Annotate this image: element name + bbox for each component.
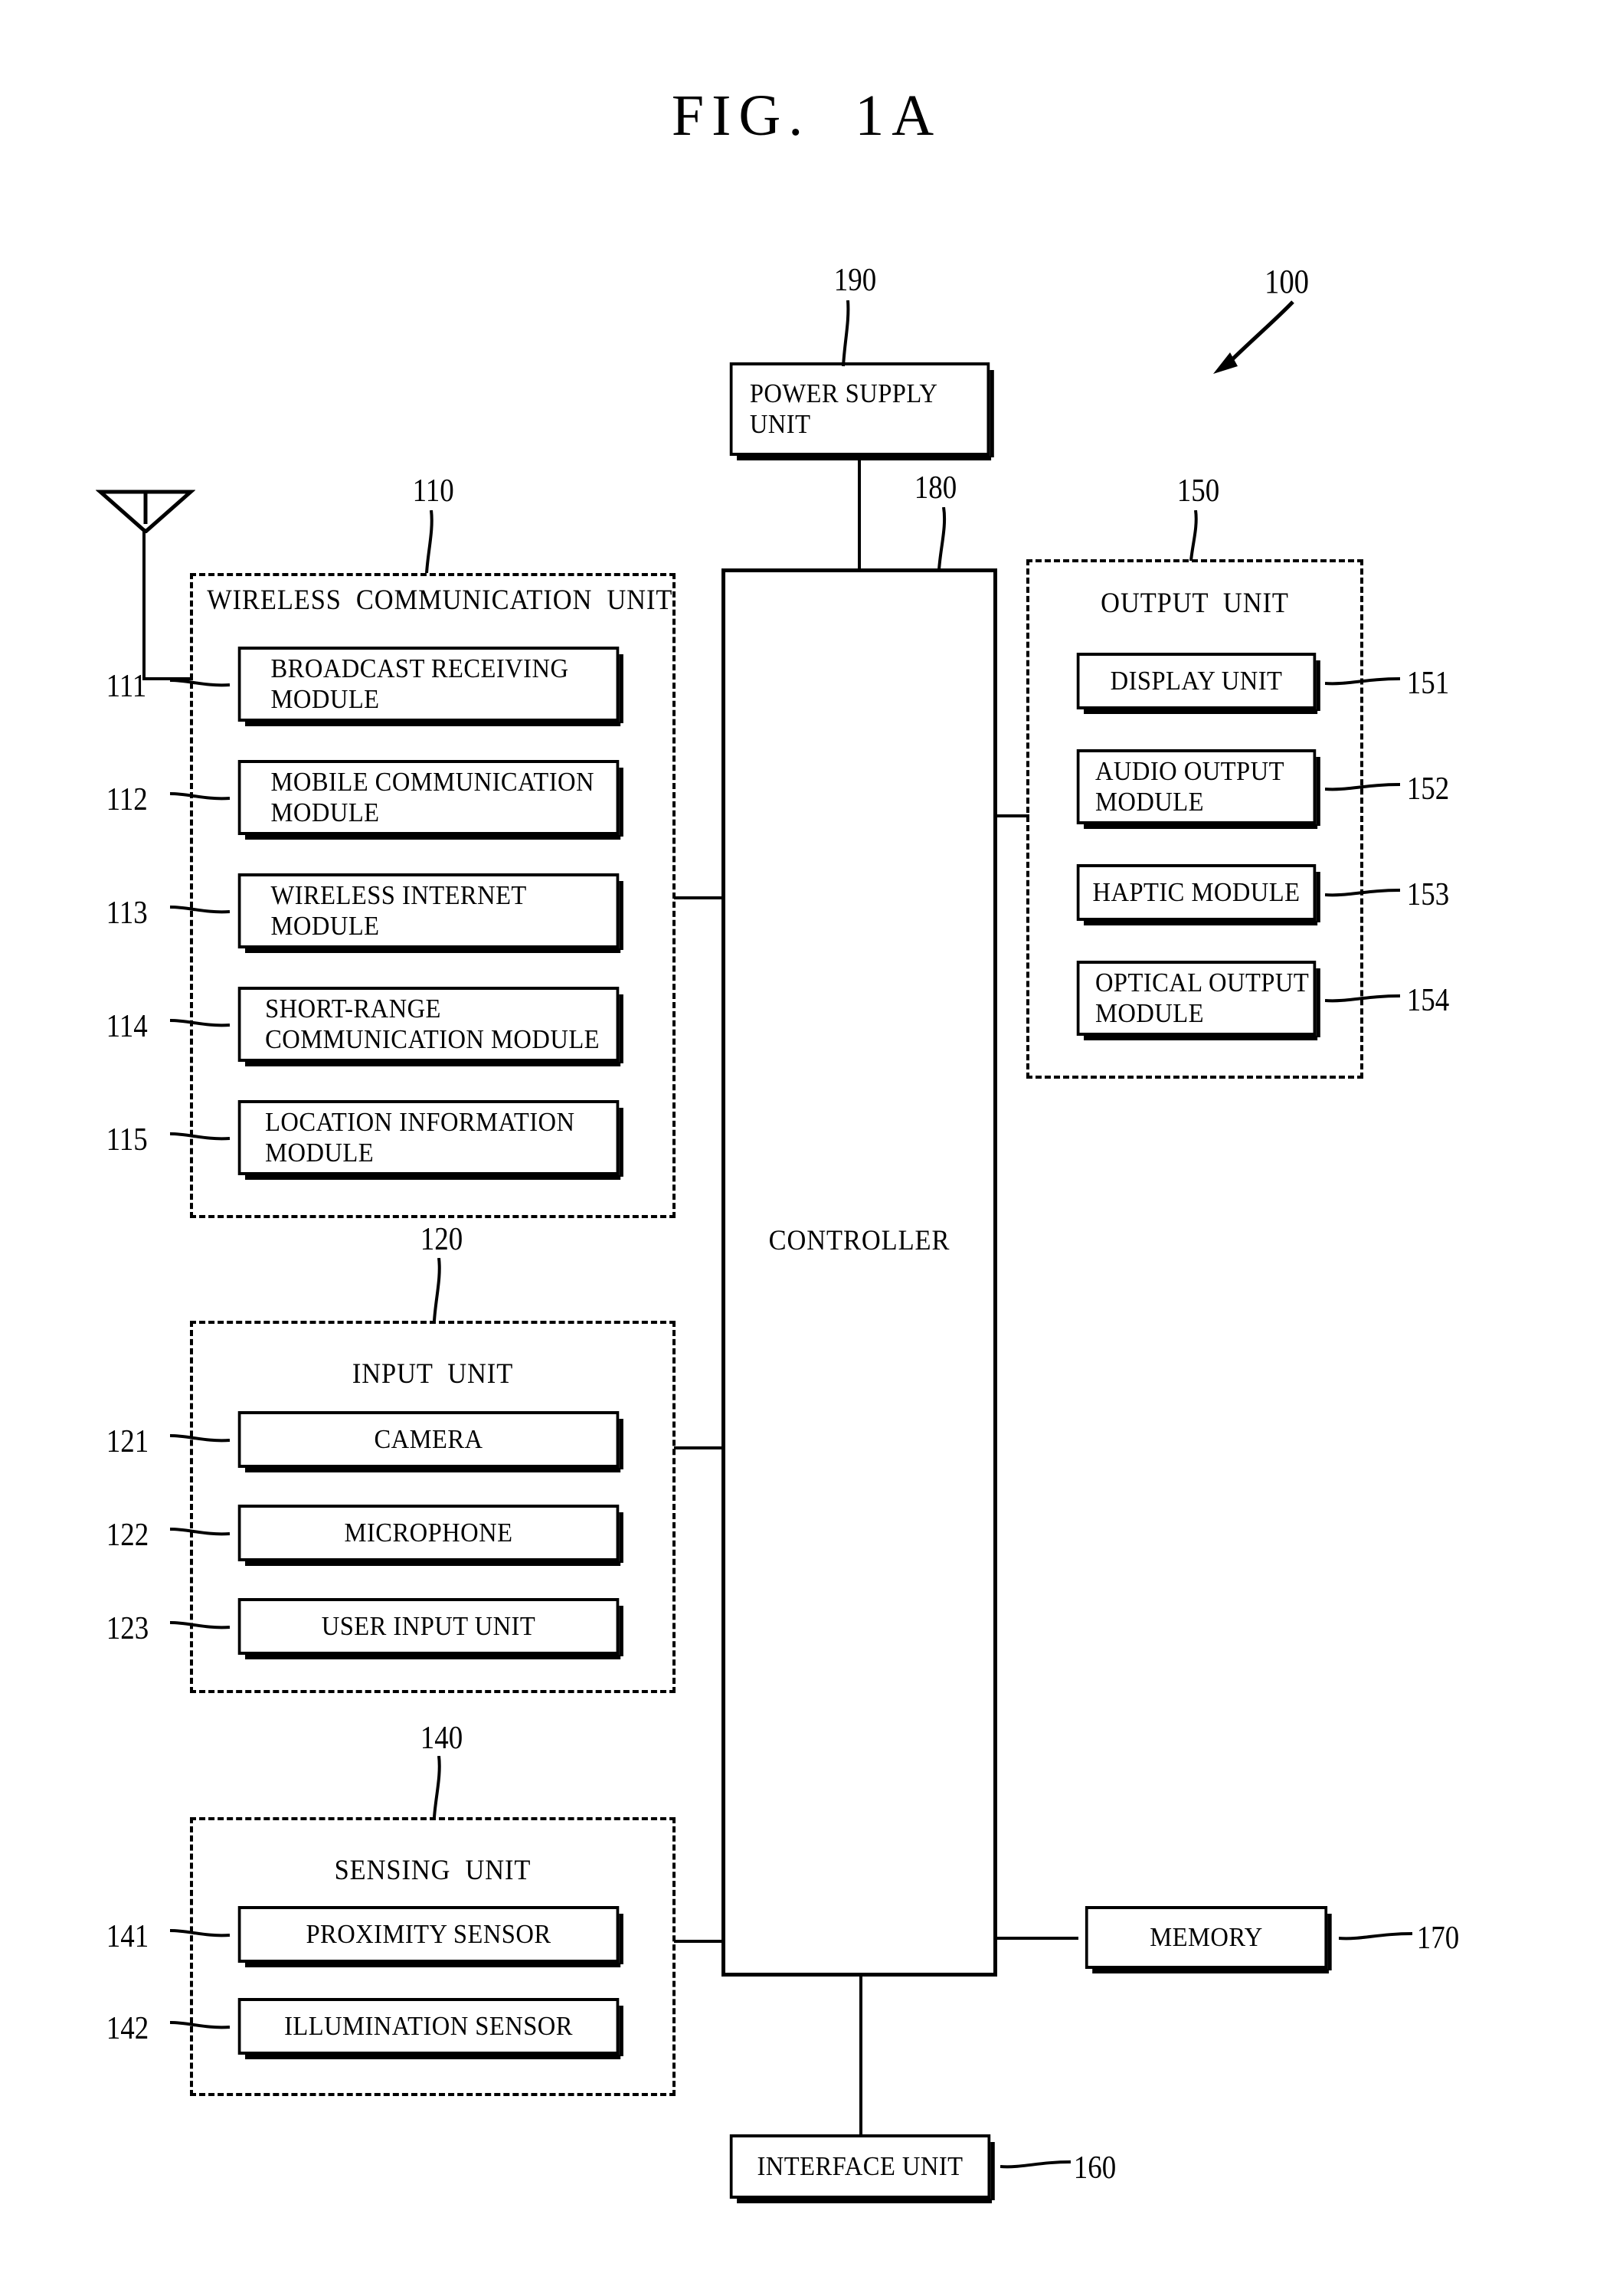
input-unit-title: INPUT UNIT bbox=[352, 1358, 514, 1390]
ref-141: 141 bbox=[106, 1919, 149, 1954]
ref-121-leader bbox=[170, 1434, 231, 1443]
proximity-sensor-label: PROXIMITY SENSOR bbox=[306, 1919, 551, 1950]
ref-141-leader bbox=[170, 1929, 231, 1937]
ref-122: 122 bbox=[106, 1518, 149, 1553]
haptic-module-box[interactable]: HAPTIC MODULE bbox=[1076, 864, 1320, 925]
ref-142: 142 bbox=[106, 2011, 149, 2046]
ref-140: 140 bbox=[420, 1721, 463, 1756]
ref-123: 123 bbox=[106, 1611, 149, 1646]
ref-151-leader bbox=[1325, 677, 1401, 686]
haptic-module-label: HAPTIC MODULE bbox=[1092, 877, 1301, 908]
output-unit-title: OUTPUT UNIT bbox=[1101, 588, 1289, 619]
memory-label: MEMORY bbox=[1150, 1922, 1263, 1953]
ref-110: 110 bbox=[412, 473, 454, 509]
user-input-unit-box[interactable]: USER INPUT UNIT bbox=[237, 1598, 623, 1659]
illumination-sensor-label: ILLUMINATION SENSOR bbox=[284, 2011, 573, 2042]
ref-154: 154 bbox=[1406, 983, 1450, 1018]
ref-150: 150 bbox=[1176, 473, 1220, 509]
illumination-sensor-box[interactable]: ILLUMINATION SENSOR bbox=[237, 1998, 623, 2059]
figure-title: FIG. 1A bbox=[671, 84, 942, 148]
antenna-icon bbox=[95, 487, 196, 535]
input-to-controller-line bbox=[674, 1446, 723, 1449]
antenna-stem-vertical bbox=[142, 529, 146, 680]
camera-label: CAMERA bbox=[374, 1424, 483, 1455]
ref-110-leader bbox=[425, 510, 434, 574]
audio-output-module-label: AUDIO OUTPUT MODULE bbox=[1094, 756, 1284, 817]
ref-154-leader bbox=[1325, 994, 1401, 1003]
location-information-module-box[interactable]: LOCATION INFORMATION MODULE bbox=[237, 1100, 623, 1180]
wireless-internet-module-box[interactable]: WIRELESS INTERNET MODULE bbox=[237, 873, 623, 953]
user-input-unit-label: USER INPUT UNIT bbox=[321, 1611, 536, 1642]
ref-152: 152 bbox=[1406, 771, 1450, 807]
ref-150-leader bbox=[1189, 510, 1198, 562]
proximity-sensor-box[interactable]: PROXIMITY SENSOR bbox=[237, 1906, 623, 1967]
ref-100: 100 bbox=[1264, 263, 1310, 300]
microphone-label: MICROPHONE bbox=[344, 1518, 513, 1548]
camera-box[interactable]: CAMERA bbox=[237, 1411, 623, 1472]
ref-180-leader bbox=[937, 507, 947, 571]
ref-160: 160 bbox=[1073, 2150, 1117, 2186]
power-supply-unit-label: POWER SUPPLY UNIT bbox=[749, 378, 938, 439]
ref-180: 180 bbox=[914, 470, 957, 506]
short-range-communication-module-box[interactable]: SHORT-RANGE COMMUNICATION MODULE bbox=[237, 987, 623, 1066]
ref-142-leader bbox=[170, 2021, 231, 2029]
ref-160-leader bbox=[1000, 2160, 1072, 2169]
interface-unit-label: INTERFACE UNIT bbox=[757, 2151, 964, 2182]
broadcast-receiving-module-label: BROADCAST RECEIVING MODULE bbox=[270, 653, 569, 714]
audio-output-module-box[interactable]: AUDIO OUTPUT MODULE bbox=[1076, 749, 1320, 829]
microphone-box[interactable]: MICROPHONE bbox=[237, 1505, 623, 1566]
ref-111: 111 bbox=[106, 669, 147, 704]
ref-120-leader bbox=[433, 1258, 441, 1322]
wireless-communication-unit-title: WIRELESS COMMUNICATION UNIT bbox=[207, 585, 673, 616]
ref-152-leader bbox=[1325, 783, 1401, 791]
ref-120: 120 bbox=[420, 1222, 463, 1257]
ref-153-leader bbox=[1325, 889, 1401, 897]
controller-to-output-line bbox=[996, 814, 1029, 817]
location-information-module-label: LOCATION INFORMATION MODULE bbox=[265, 1107, 575, 1168]
wireless-to-controller-line bbox=[674, 896, 723, 899]
controller-to-interface-line bbox=[859, 1975, 862, 2137]
ref-115: 115 bbox=[106, 1122, 148, 1158]
ref-121: 121 bbox=[106, 1424, 149, 1459]
ref-153: 153 bbox=[1406, 877, 1450, 912]
ref-123-leader bbox=[170, 1621, 231, 1629]
sensing-unit-title: SENSING UNIT bbox=[334, 1855, 532, 1886]
ref-151: 151 bbox=[1406, 666, 1450, 701]
mobile-communication-module-label: MOBILE COMMUNICATION MODULE bbox=[270, 767, 595, 827]
ref-170: 170 bbox=[1416, 1921, 1460, 1956]
ref-112-leader bbox=[170, 792, 231, 801]
ref-113-leader bbox=[170, 906, 231, 914]
ref-122-leader bbox=[170, 1528, 231, 1536]
interface-unit-box[interactable]: INTERFACE UNIT bbox=[729, 2134, 995, 2203]
ref-140-leader bbox=[433, 1756, 441, 1818]
ref-114-leader bbox=[170, 1019, 231, 1027]
ref-111-leader bbox=[170, 679, 231, 687]
controller-label: CONTROLLER bbox=[768, 1225, 950, 1256]
mobile-communication-module-box[interactable]: MOBILE COMMUNICATION MODULE bbox=[237, 760, 623, 840]
wireless-internet-module-label: WIRELESS INTERNET MODULE bbox=[270, 880, 527, 941]
ref-170-leader bbox=[1339, 1932, 1413, 1941]
power-supply-unit-box[interactable]: POWER SUPPLY UNIT bbox=[729, 362, 994, 460]
display-unit-label: DISPLAY UNIT bbox=[1110, 666, 1283, 696]
memory-box[interactable]: MEMORY bbox=[1085, 1906, 1332, 1973]
patent-figure-page: FIG. 1A POWER SUPPLY UNIT 190 100 CONTRO… bbox=[0, 0, 1613, 2296]
ref-190: 190 bbox=[833, 263, 877, 298]
display-unit-box[interactable]: DISPLAY UNIT bbox=[1076, 653, 1320, 714]
ref-112: 112 bbox=[106, 782, 148, 817]
ref-100-arrow bbox=[1213, 300, 1294, 374]
optical-output-module-label: OPTICAL OUTPUT MODULE bbox=[1094, 968, 1310, 1028]
controller-to-memory-line bbox=[996, 1937, 1078, 1940]
power-to-controller-line bbox=[858, 456, 861, 571]
optical-output-module-box[interactable]: OPTICAL OUTPUT MODULE bbox=[1076, 961, 1320, 1040]
ref-190-leader bbox=[842, 300, 850, 367]
ref-113: 113 bbox=[106, 896, 148, 931]
short-range-communication-module-label: SHORT-RANGE COMMUNICATION MODULE bbox=[265, 994, 600, 1054]
broadcast-receiving-module-box[interactable]: BROADCAST RECEIVING MODULE bbox=[237, 647, 623, 726]
sensing-to-controller-line bbox=[674, 1940, 723, 1943]
ref-114: 114 bbox=[106, 1009, 148, 1044]
controller-box[interactable] bbox=[721, 568, 997, 1977]
ref-115-leader bbox=[170, 1132, 231, 1141]
